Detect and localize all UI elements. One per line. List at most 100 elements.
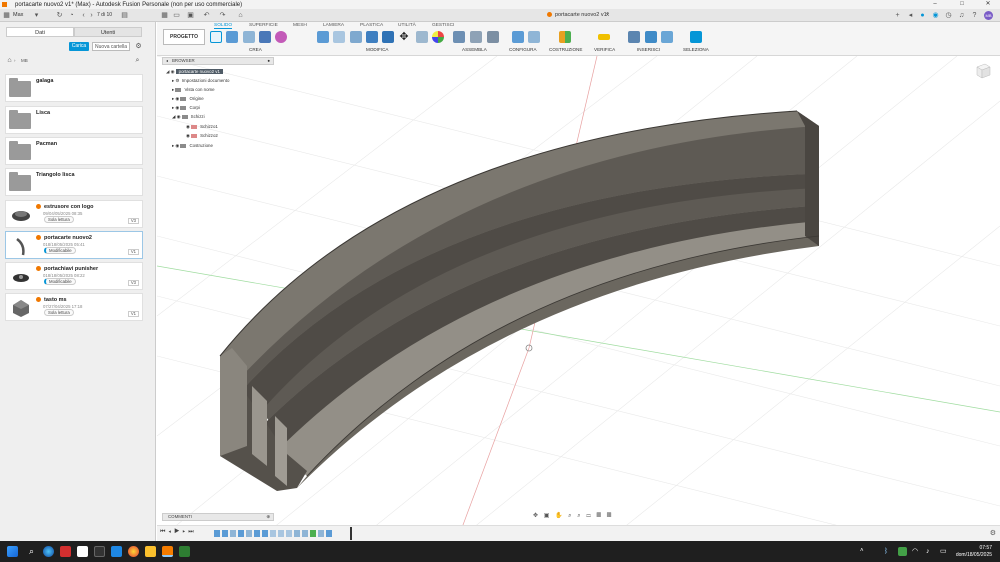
bluetooth-icon[interactable]: ᛒ [884,546,895,557]
insert-derive-icon[interactable] [628,31,640,43]
fillet-icon[interactable] [333,31,345,43]
refresh-icon[interactable]: ↻ [55,11,64,20]
timeline-feature[interactable] [326,530,332,537]
group-create[interactable]: CREA [249,47,262,52]
browser-root-row[interactable]: ◢ ◉ portacarte nuovo2 v1 [166,69,223,75]
apps-icon[interactable]: ▦ [160,11,169,20]
timeline-feature[interactable] [318,530,324,537]
redo-icon[interactable]: ↷ [218,11,227,20]
chevron-down-icon[interactable]: ▾ [32,11,41,20]
fusion-icon[interactable] [162,546,173,557]
file-item[interactable]: tasto ms 07/27/04/2025 17:18 Sola lettur… [5,293,143,321]
browser-item[interactable]: ▸ ◉ Corpi [172,105,200,111]
project-button[interactable]: PROGETTO [163,29,205,45]
mail-icon[interactable] [111,546,122,557]
folder-item[interactable]: galaga [5,74,143,102]
timeline-feature[interactable] [286,530,292,537]
model-body[interactable] [219,110,820,491]
folder-item[interactable]: Triangolo lisca [5,168,143,196]
timeline-feature[interactable] [270,530,276,537]
browser-panel-header[interactable]: ◂ BROWSER ● [162,57,274,65]
system-clock[interactable]: 07:57 dom/18/05/2025 [952,545,992,559]
timeline-feature[interactable] [254,530,260,537]
tab-surface[interactable]: SUPERFICIE [249,23,278,28]
permission-badge[interactable]: Sola lettura [44,216,74,223]
timeline-feature[interactable] [222,530,228,537]
chrome-icon[interactable] [128,546,139,557]
timeline-feature[interactable] [294,530,300,537]
canvas-viewport[interactable] [157,56,1000,541]
avatar[interactable]: MB [984,11,993,20]
user-name[interactable]: Max [13,12,23,18]
appearance-icon[interactable] [432,31,444,43]
explorer-icon[interactable] [145,546,156,557]
group-assemble[interactable]: ASSEMBLA [462,47,487,52]
group-inspect[interactable]: VERIFICA [594,47,615,52]
timeline-feature[interactable] [262,530,268,537]
save-icon[interactable]: ▤ [120,11,129,20]
browser-item[interactable]: ◉ Schizzo1 [186,124,218,130]
view-cube[interactable] [974,62,992,80]
notifications-icon[interactable]: ◷ [944,11,953,20]
timeline-feature[interactable] [278,530,284,537]
timeline-feature[interactable] [246,530,252,537]
tab-manage[interactable]: GESTISCI [432,23,454,28]
tab-sheet-metal[interactable]: LAMIERA [323,23,344,28]
timeline-controls[interactable]: ⏮◂▶▸⏭ [160,529,197,536]
home-icon[interactable]: ⌂ [236,11,245,20]
form-icon[interactable] [275,31,287,43]
measure-icon[interactable] [598,34,610,40]
revolve-icon[interactable] [243,31,255,43]
permission-badge[interactable]: Modificabile [44,247,76,254]
app-icon[interactable] [77,546,88,557]
job-status-icon[interactable]: ◉ [931,11,940,20]
save-file-icon[interactable]: ▣ [186,11,195,20]
timeline-feature[interactable] [310,530,316,537]
version-badge[interactable]: V1 [127,311,139,317]
align-icon[interactable] [416,31,428,43]
maximize-button[interactable]: □ [952,0,972,9]
folder-item[interactable]: Lisca [5,106,143,134]
app-tray-icon[interactable] [898,547,907,556]
tab-utilities[interactable]: UTILITÀ [398,23,416,28]
browser-item[interactable]: ◢ ◉ Schizzi [172,114,205,120]
add-tab-icon[interactable]: + [893,11,902,20]
group-insert[interactable]: INSERISCI [637,47,660,52]
gear-icon[interactable]: ⚙ [990,529,996,537]
minimize-button[interactable]: – [925,0,945,9]
grid-menu-icon[interactable]: ▦ [2,11,11,20]
folder-item[interactable]: Pacman [5,137,143,165]
permission-badge[interactable]: Modificabile [44,278,76,285]
tab-mesh[interactable]: MESH [293,23,307,28]
group-select[interactable]: SELEZIONA [683,47,709,52]
parameters-icon[interactable] [512,31,524,43]
configure-icon[interactable] [528,31,540,43]
timeline-marker[interactable] [350,527,352,540]
insert-mesh-icon[interactable] [645,31,657,43]
as-built-joint-icon[interactable] [487,31,499,43]
browser-item[interactable]: ◉ Schizzo2 [186,133,218,139]
tab-data[interactable]: Dati [6,27,74,37]
help-icon[interactable]: ? [970,11,979,20]
chevron-right-icon[interactable]: › [87,11,96,20]
browser-root[interactable]: portacarte nuovo2 v1 [175,69,223,74]
hole-icon[interactable] [259,31,271,43]
back-icon[interactable]: ◂ [906,11,915,20]
extrude-icon[interactable] [226,31,238,43]
chevron-up-icon[interactable]: ˄ [860,546,871,557]
battery-icon[interactable]: ▭ [940,546,951,557]
version-badge[interactable]: V1 [127,249,139,255]
browser-item[interactable]: ▸ ⚙ Impostazioni documento [172,78,229,84]
search-icon[interactable]: ⌕ [133,56,142,65]
file-icon[interactable]: ▭ [172,11,181,20]
tab-plastic[interactable]: PLASTICA [360,23,383,28]
edge-icon[interactable] [43,546,54,557]
comments-panel[interactable]: COMMENTI ⊕ [162,513,274,521]
browser-item[interactable]: ▸ ◉ Origine [172,96,204,102]
group-configure[interactable]: CONFIGURA [509,47,537,52]
timeline-feature[interactable] [302,530,308,537]
start-icon[interactable] [7,546,18,557]
timeline-feature[interactable] [214,530,220,537]
new-folder-button[interactable]: Nuova cartella [92,42,130,51]
gear-icon[interactable]: ⚙ [134,42,143,51]
